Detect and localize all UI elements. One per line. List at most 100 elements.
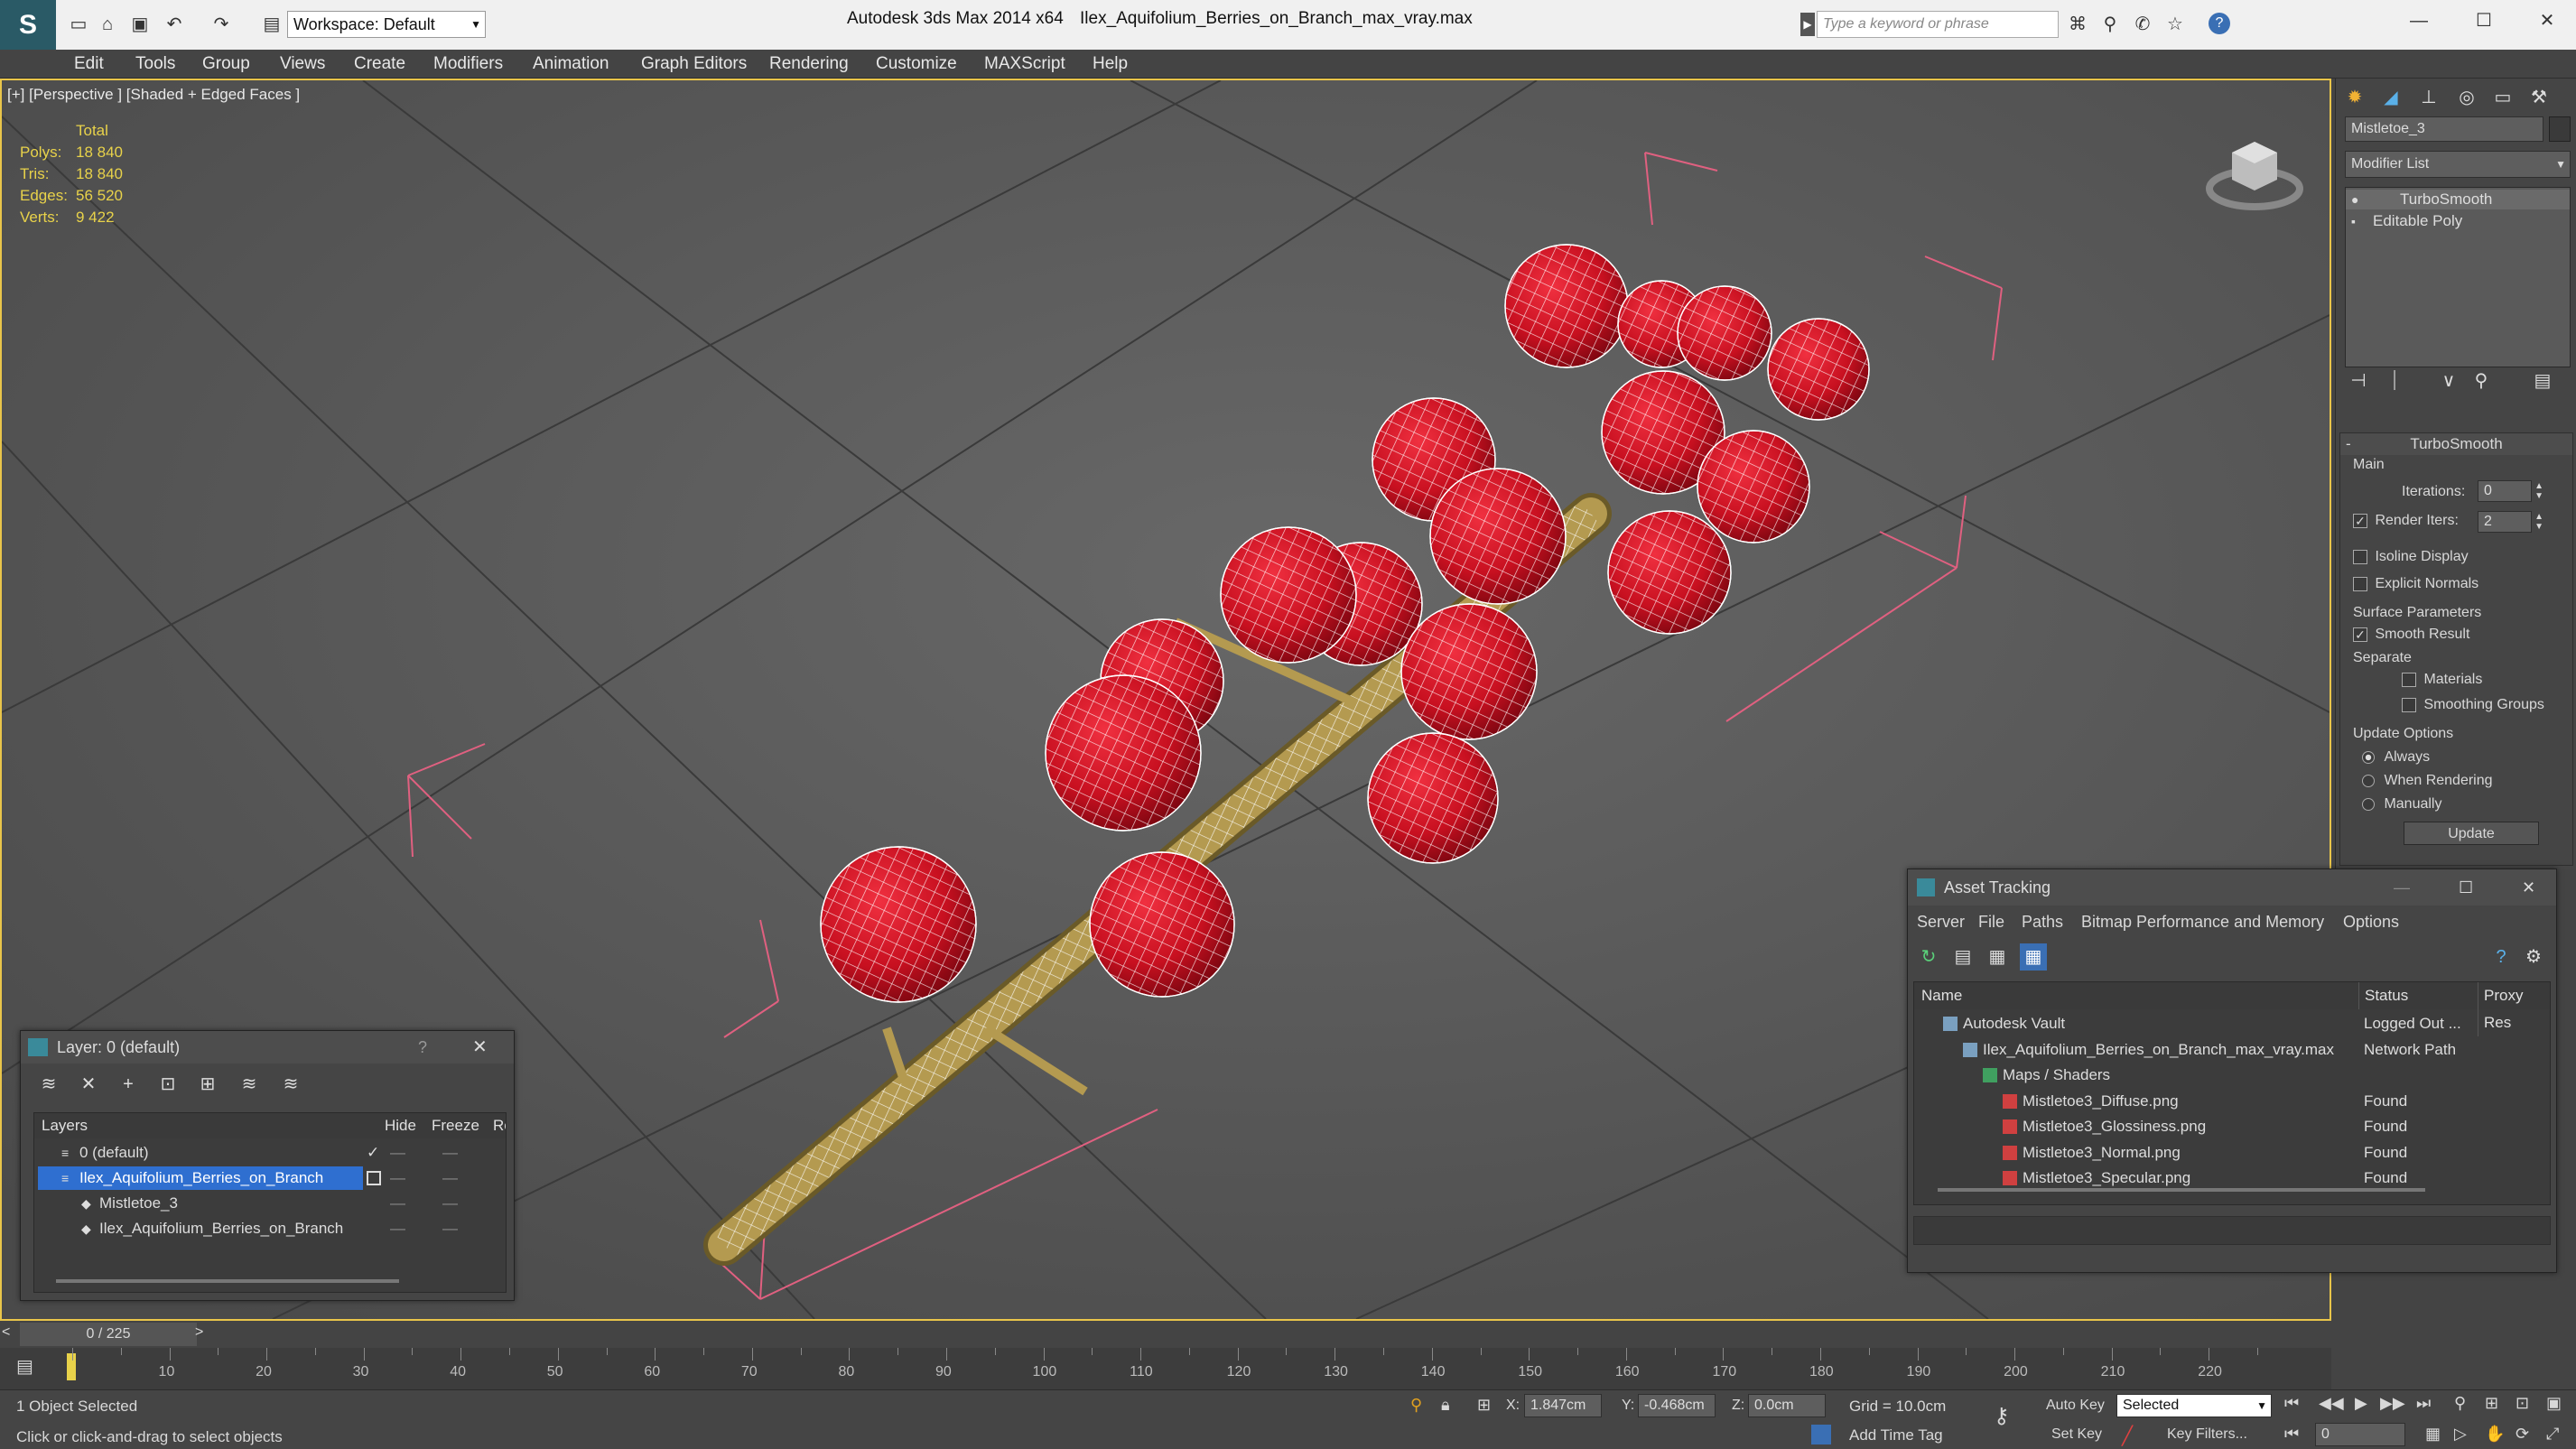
stack-item-editable-poly[interactable]: ▪ Editable Poly: [2346, 211, 2570, 231]
freeze-toggle[interactable]: —: [442, 1191, 458, 1216]
manually-radio[interactable]: [2362, 797, 2375, 811]
time-slider-thumb[interactable]: 0 / 225: [20, 1323, 197, 1346]
menu-paths[interactable]: Paths: [2022, 909, 2063, 934]
col-status[interactable]: Status: [2358, 982, 2408, 1009]
smooth-result-checkbox[interactable]: ✓: [2353, 627, 2367, 642]
delete-layer-icon[interactable]: ✕: [75, 1071, 102, 1098]
key-filters-icon[interactable]: ╱: [2122, 1425, 2133, 1447]
zoom-extents-icon[interactable]: ⊡: [2516, 1394, 2529, 1413]
maximize-toggle-icon[interactable]: ⤢: [2546, 1425, 2559, 1444]
make-unique-icon[interactable]: ∨: [2435, 367, 2462, 395]
prev-frame-icon[interactable]: <: [2, 1324, 10, 1341]
menu-create[interactable]: Create: [354, 50, 405, 79]
modifier-list-dropdown[interactable]: Modifier List ▼: [2345, 151, 2571, 178]
update-button[interactable]: Update: [2404, 822, 2539, 845]
freeze-toggle[interactable]: —: [442, 1140, 458, 1166]
current-frame-field[interactable]: 0: [2315, 1423, 2405, 1446]
z-coordinate-field[interactable]: 0.0cm: [1748, 1394, 1826, 1417]
freeze-all-icon[interactable]: ≋: [277, 1071, 304, 1098]
rollout-title[interactable]: - TurboSmooth: [2340, 433, 2572, 455]
close-icon[interactable]: ✕: [472, 1031, 488, 1064]
go-to-end-icon[interactable]: ⏭: [2416, 1394, 2431, 1413]
modify-tab-icon[interactable]: ◢: [2377, 84, 2404, 111]
maximize-icon[interactable]: ☐: [2459, 869, 2473, 906]
table-view-icon[interactable]: ▦: [2020, 943, 2047, 971]
next-frame-icon[interactable]: >: [195, 1324, 203, 1341]
freeze-toggle[interactable]: —: [442, 1216, 458, 1241]
menu-maxscript[interactable]: MAXScript: [984, 50, 1065, 79]
layer-window-titlebar[interactable]: Layer: 0 (default) ? ✕: [21, 1031, 514, 1064]
layer-row-selected[interactable]: ≡ Ilex_Aquifolium_Berries_on_Branch — —: [34, 1166, 506, 1191]
highlight-layer-icon[interactable]: ⊞: [194, 1071, 221, 1098]
layer-help-button[interactable]: ?: [418, 1031, 427, 1064]
freeze-toggle[interactable]: —: [442, 1166, 458, 1191]
absolute-mode-icon[interactable]: ⊞: [1477, 1396, 1491, 1415]
orbit-icon[interactable]: ⟳: [2516, 1425, 2529, 1444]
expand-icon[interactable]: ▪: [2351, 211, 2356, 231]
binoculars-icon[interactable]: ⌘: [2066, 13, 2089, 36]
hide-toggle[interactable]: —: [390, 1166, 405, 1191]
layer-scrollbar[interactable]: [56, 1279, 399, 1283]
current-layer-box-icon[interactable]: [367, 1171, 381, 1185]
dock-icon[interactable]: ⚙: [2520, 943, 2547, 971]
asset-row[interactable]: Mistletoe3_Specular.png Found: [1914, 1166, 2550, 1191]
menu-tools[interactable]: Tools: [135, 50, 175, 79]
maximize-window-icon[interactable]: ☐: [2472, 9, 2496, 33]
remove-modifier-icon[interactable]: ⚲: [2468, 367, 2495, 395]
auto-key-button[interactable]: Auto Key: [2046, 1398, 2105, 1414]
y-coordinate-field[interactable]: -0.468cm: [1638, 1394, 1716, 1417]
tree-view-icon[interactable]: ▦: [1984, 943, 2011, 971]
close-icon[interactable]: ✕: [2522, 869, 2535, 906]
key-filters-button[interactable]: Key Filters...: [2167, 1426, 2247, 1443]
show-end-result-icon[interactable]: ⏐: [2381, 367, 2408, 395]
object-color-swatch[interactable]: [2549, 116, 2571, 142]
communication-icon[interactable]: ✆: [2131, 13, 2154, 36]
menu-rendering[interactable]: Rendering: [769, 50, 849, 79]
minimize-window-icon[interactable]: —: [2407, 9, 2431, 33]
asset-row[interactable]: Autodesk Vault Logged Out ...: [1914, 1011, 2550, 1036]
curve-editor-icon[interactable]: ▤: [16, 1355, 33, 1378]
time-config-icon[interactable]: ▦: [2425, 1425, 2441, 1444]
menu-edit[interactable]: Edit: [74, 50, 104, 79]
hide-toggle[interactable]: —: [390, 1140, 405, 1166]
layer-manager-window[interactable]: Layer: 0 (default) ? ✕ ≋ ✕ + ⊡ ⊞ ≋ ≋ Lay…: [20, 1030, 515, 1301]
layer-object-row[interactable]: ◆ Ilex_Aquifolium_Berries_on_Branch — —: [34, 1216, 506, 1241]
menu-customize[interactable]: Customize: [876, 50, 957, 79]
iterations-spinner[interactable]: 0 ▲ ▼: [2478, 480, 2543, 502]
explicit-normals-checkbox[interactable]: [2353, 576, 2367, 591]
isolate-icon[interactable]: ⚲: [1410, 1396, 1422, 1415]
menu-server[interactable]: Server: [1917, 909, 1965, 934]
asset-row[interactable]: Mistletoe3_Diffuse.png Found: [1914, 1089, 2550, 1114]
stack-item-turbosmooth[interactable]: ● TurboSmooth: [2346, 190, 2570, 209]
asset-window-titlebar[interactable]: Asset Tracking — ☐ ✕: [1908, 869, 2556, 906]
menu-help[interactable]: Help: [1093, 50, 1128, 79]
set-key-icon[interactable]: ⚷: [1994, 1403, 2010, 1429]
app-logo[interactable]: S: [0, 0, 56, 50]
hide-toggle[interactable]: —: [390, 1191, 405, 1216]
lightbulb-icon[interactable]: ●: [2351, 190, 2358, 209]
subscription-icon[interactable]: ⚲: [2098, 13, 2122, 36]
col-freeze[interactable]: Freeze: [432, 1113, 479, 1138]
col-name[interactable]: Name: [1921, 982, 1962, 1009]
col-layers[interactable]: Layers: [42, 1113, 88, 1138]
x-coordinate-field[interactable]: 1.847cm: [1524, 1394, 1602, 1417]
help-icon[interactable]: ?: [2209, 13, 2230, 34]
layer-object-row[interactable]: ◆ Mistletoe_3 — —: [34, 1191, 506, 1216]
pin-stack-icon[interactable]: ⊣: [2345, 367, 2372, 395]
zoom-all-icon[interactable]: ⊞: [2485, 1394, 2498, 1413]
track-bar[interactable]: ▤ 10 20 30 40 50 60 70 80 90 100 110 120 130 140 150 16…: [0, 1348, 2331, 1389]
display-tab-icon[interactable]: ▭: [2489, 84, 2516, 111]
create-layer-icon[interactable]: ≋: [35, 1071, 62, 1098]
close-window-icon[interactable]: ✕: [2535, 9, 2559, 33]
viewport-label[interactable]: [+] [Perspective ] [Shaded + Edged Faces…: [7, 86, 300, 104]
pan-view-icon[interactable]: ✋: [2485, 1425, 2505, 1444]
list-view-icon[interactable]: ▤: [1949, 943, 1976, 971]
isoline-checkbox[interactable]: [2353, 549, 2367, 564]
asset-row[interactable]: Mistletoe3_Glossiness.png Found: [1914, 1114, 2550, 1139]
lock-selection-icon[interactable]: 🔒︎: [1441, 1396, 1450, 1415]
create-tab-icon[interactable]: ✹: [2341, 84, 2368, 111]
materials-checkbox[interactable]: [2402, 672, 2416, 687]
menu-graph-editors[interactable]: Graph Editors: [641, 50, 747, 79]
asset-row[interactable]: Maps / Shaders: [1914, 1063, 2550, 1088]
key-mode-dropdown[interactable]: Selected ▼: [2116, 1394, 2272, 1417]
